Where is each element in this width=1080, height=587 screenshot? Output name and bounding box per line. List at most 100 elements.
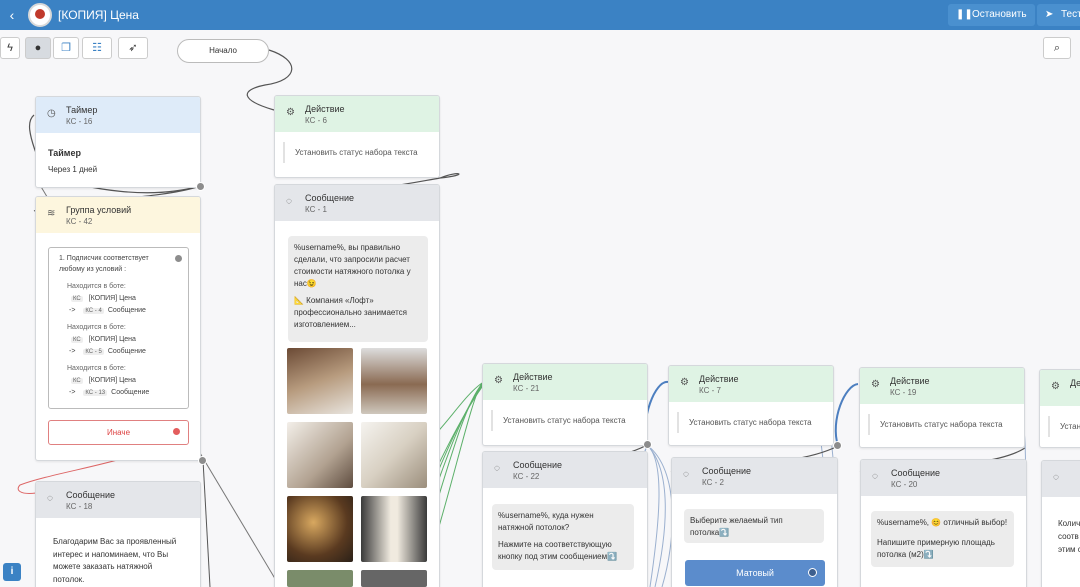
action-card-header: ⚙ Действие КС - 7 [669, 366, 833, 402]
bolt-icon[interactable]: ϟ [0, 37, 20, 59]
gallery-photo[interactable] [287, 570, 353, 587]
timer-text: Через 1 дней [48, 165, 98, 174]
action-card-6[interactable]: ⚙ Действие КС - 6 Установить статус набо… [274, 95, 440, 178]
action-card-id: КС - 21 [513, 384, 540, 393]
condition-in-bot: Находится в боте: [67, 365, 126, 372]
user-icon[interactable]: ● [25, 37, 51, 59]
message-bubble: %username%, вы правильно сделали, что за… [288, 236, 428, 342]
action-card-7[interactable]: ⚙ Действие КС - 7 Установить статус набо… [668, 365, 834, 446]
info-button[interactable]: i [3, 563, 21, 581]
message-card-title: Сообщение [891, 468, 940, 478]
gallery-photo[interactable] [287, 496, 353, 562]
comment-icon: ◌ [286, 196, 292, 207]
timer-card-id: КС - 16 [66, 117, 93, 126]
message-card-id: КС - 18 [66, 502, 93, 511]
output-connector[interactable] [833, 441, 842, 450]
message-card-id: КС - 22 [513, 472, 540, 481]
gallery-photo[interactable] [287, 348, 353, 414]
rocket-icon[interactable]: ➶ [118, 37, 148, 59]
test-button-label: Тест [1061, 9, 1080, 20]
condition-bot-row: КС [КОПИЯ] Цена [71, 336, 136, 343]
condition-bot-row: КС [КОПИЯ] Цена [71, 295, 136, 302]
condition-in-bot: Находится в боте: [67, 324, 126, 331]
else-connector[interactable] [172, 427, 181, 436]
timer-card[interactable]: ◷ Таймер КС - 16 Таймер Через 1 дней [35, 96, 201, 188]
timer-heading: Таймер [48, 148, 81, 158]
condition-msg-row: -> КС - 5 Сообщение [69, 348, 146, 355]
message-card-20[interactable]: ◌ Сообщение КС - 20 %username%, 😊 отличн… [860, 459, 1027, 587]
action-card-header: ⚙ Дей [1040, 370, 1080, 406]
comment-icon: ◌ [872, 471, 878, 482]
bot-logo [28, 3, 52, 27]
copy-icon[interactable]: ❐ [53, 37, 79, 59]
action-card-title: Действие [513, 372, 553, 382]
message-card-id: КС - 20 [891, 480, 918, 489]
condition-msg-row: -> КС - 4 Сообщение [69, 307, 146, 314]
action-card-partial[interactable]: ⚙ Дей Устан [1039, 369, 1080, 448]
stop-button[interactable]: ❚❚ Остановить [948, 4, 1035, 26]
message-card-id: КС - 2 [702, 478, 724, 487]
action-card-id: КС - 6 [305, 116, 327, 125]
action-card-21[interactable]: ⚙ Действие КС - 21 Установить статус наб… [482, 363, 648, 446]
gallery-photo[interactable] [361, 570, 427, 587]
gallery-photo[interactable] [361, 496, 427, 562]
message-card-title: Сообщение [66, 490, 115, 500]
search-button[interactable]: ⌕ [1043, 37, 1071, 59]
message-card-title: Сообщение [513, 460, 562, 470]
gears-icon: ⚙ [680, 377, 689, 388]
action-card-id: КС - 19 [890, 388, 917, 397]
group-card-id: КС - 42 [66, 217, 93, 226]
message-card-id: КС - 1 [305, 205, 327, 214]
action-card-title: Действие [699, 374, 739, 384]
message-card-header: ◌ [1042, 461, 1080, 497]
button-connector[interactable] [808, 568, 817, 577]
gallery-photo[interactable] [287, 422, 353, 488]
message-bubble: %username%, 😊 отличный выбор! Напишите п… [871, 511, 1014, 567]
else-label: Иначе [106, 428, 131, 437]
else-button[interactable]: Иначе [48, 420, 189, 445]
test-button[interactable]: ➤ Тест [1037, 4, 1080, 26]
matte-button[interactable]: Матовый [685, 560, 825, 586]
clock-icon: ◷ [47, 108, 56, 119]
action-card-header: ⚙ Действие КС - 21 [483, 364, 647, 400]
condition-connector[interactable] [174, 254, 183, 263]
start-node[interactable]: Начало [177, 39, 269, 63]
gears-icon: ⚙ [286, 107, 295, 118]
message-card-18[interactable]: ◌ Сообщение КС - 18 Благодарим Вас за пр… [35, 481, 201, 587]
action-card-id: КС - 7 [699, 386, 721, 395]
action-status-text: Устан [1048, 416, 1080, 437]
gears-icon: ⚙ [494, 375, 503, 386]
gears-icon: ⚙ [871, 379, 880, 390]
output-connector[interactable] [198, 456, 207, 465]
comment-icon: ◌ [1053, 472, 1059, 483]
back-button[interactable]: ‹ [4, 6, 20, 24]
page-title: [КОПИЯ] Цена [58, 8, 139, 22]
gallery-photo[interactable] [361, 348, 427, 414]
timer-card-header: ◷ Таймер КС - 16 [36, 97, 200, 133]
message-card-header: ◌ Сообщение КС - 20 [861, 460, 1026, 496]
network-icon[interactable]: ☷ [82, 37, 112, 59]
action-status-text: Установить статус набора текста [868, 414, 1016, 435]
action-status-text: Установить статус набора текста [491, 410, 639, 431]
message-bubble: Выберите желаемый тип потолка⤵️ [684, 509, 824, 543]
output-connector[interactable] [643, 440, 652, 449]
message-card-title: Сообщение [702, 466, 751, 476]
action-card-19[interactable]: ⚙ Действие КС - 19 Установить статус наб… [859, 367, 1025, 448]
message-card-header: ◌ Сообщение КС - 22 [483, 452, 647, 488]
gears-icon: ⚙ [1051, 381, 1060, 392]
gallery-photo[interactable] [361, 422, 427, 488]
output-connector[interactable] [196, 182, 205, 191]
message-card-partial[interactable]: ◌ Колич соотв этим с [1041, 460, 1080, 587]
action-status-text: Установить статус набора текста [677, 412, 825, 433]
message-card-header: ◌ Сообщение КС - 18 [36, 482, 200, 518]
condition-box[interactable]: 1. Подписчик соответствует любому из усл… [48, 247, 189, 409]
comment-icon: ◌ [494, 463, 500, 474]
action-card-header: ⚙ Действие КС - 19 [860, 368, 1024, 404]
condition-in-bot: Находится в боте: [67, 283, 126, 290]
condition-subtitle: любому из условий : [59, 266, 127, 273]
timer-card-title: Таймер [66, 105, 98, 115]
message-card-22[interactable]: ◌ Сообщение КС - 22 %username%, куда нуж… [482, 451, 648, 587]
message-card-header: ◌ Сообщение КС - 2 [672, 458, 837, 494]
condition-msg-row: -> КС - 13 Сообщение [69, 389, 150, 396]
group-card-title: Группа условий [66, 205, 132, 215]
